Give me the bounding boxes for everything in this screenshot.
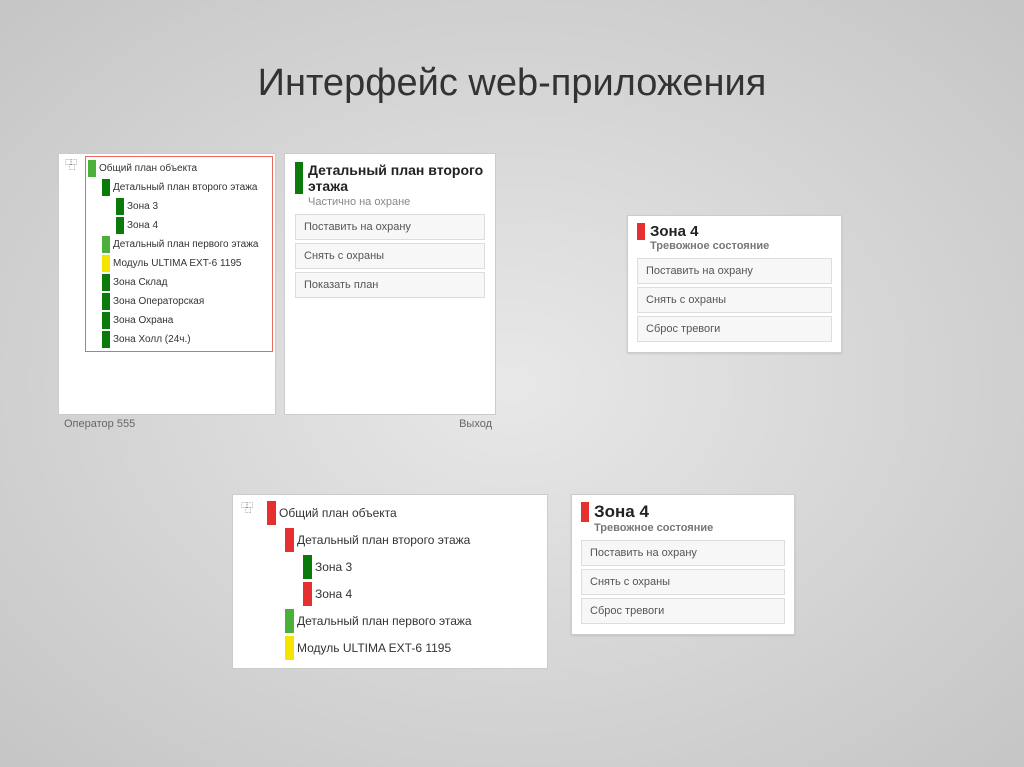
zone-header: Зона 4 (581, 502, 785, 522)
logout-link[interactable]: Выход (459, 418, 492, 430)
arm-button[interactable]: Поставить на охрану (637, 258, 832, 284)
status-marker (285, 528, 294, 552)
zone-panel-top: Зона 4 Тревожное состояние Поставить на … (627, 215, 842, 353)
disarm-button[interactable]: Снять с охраны (295, 243, 485, 269)
status-marker (102, 293, 110, 310)
zone-header: Зона 4 (637, 223, 832, 240)
node-label: Детальный план второго этажа (113, 180, 257, 195)
tree-node[interactable]: Зона Операторская (102, 292, 270, 311)
tree-node[interactable]: Зона 3 (116, 197, 270, 216)
status-marker (102, 236, 110, 253)
node-label: Общий план объекта (279, 504, 397, 522)
tree-icon (65, 160, 79, 174)
tree-node[interactable]: Общий план объекта (88, 159, 270, 178)
tree-node[interactable]: Зона Склад (102, 273, 270, 292)
zone-title: Зона 4 (594, 502, 649, 522)
tree-node[interactable]: Детальный план второго этажа (285, 526, 543, 553)
status-marker (116, 198, 124, 215)
status-marker (285, 609, 294, 633)
node-label: Зона 4 (127, 218, 158, 233)
node-label: Зона Операторская (113, 294, 204, 309)
zone-panel-bottom: Зона 4 Тревожное состояние Поставить на … (571, 494, 795, 635)
tree-node[interactable]: Зона Холл (24ч.) (102, 330, 270, 349)
status-marker (102, 274, 110, 291)
reset-alarm-button[interactable]: Сброс тревоги (581, 598, 785, 624)
node-label: Зона 4 (315, 585, 352, 603)
arm-button[interactable]: Поставить на охрану (581, 540, 785, 566)
operator-label: Оператор 555 (64, 418, 135, 430)
status-marker (267, 501, 276, 525)
detail-panel: Детальный план второго этажа Частично на… (284, 153, 496, 415)
footer-bar: Оператор 555 Выход (58, 418, 498, 430)
disarm-button[interactable]: Снять с охраны (581, 569, 785, 595)
node-label: Зона 3 (315, 558, 352, 576)
node-label: Модуль ULTIMA EXT-6 1195 (297, 639, 451, 657)
tree-node[interactable]: Общий план объекта (267, 499, 543, 526)
detail-title: Детальный план второго этажа (308, 162, 485, 194)
tree-node[interactable]: Модуль ULTIMA EXT-6 1195 (285, 634, 543, 661)
node-label: Модуль ULTIMA EXT-6 1195 (113, 256, 241, 271)
tree-panel-left: Общий план объекта Детальный план второг… (58, 153, 276, 415)
zone-subtitle: Тревожное состояние (594, 522, 785, 534)
status-marker (116, 217, 124, 234)
status-bar (637, 223, 645, 240)
detail-subtitle: Частично на охране (308, 196, 485, 208)
tree-node[interactable]: Зона 4 (116, 216, 270, 235)
tree-node[interactable]: Детальный план первого этажа (285, 607, 543, 634)
disarm-button[interactable]: Снять с охраны (637, 287, 832, 313)
node-label: Детальный план второго этажа (297, 531, 470, 549)
status-marker (102, 312, 110, 329)
status-marker (303, 555, 312, 579)
tree-node[interactable]: Детальный план первого этажа (102, 235, 270, 254)
node-label: Зона Склад (113, 275, 167, 290)
reset-alarm-button[interactable]: Сброс тревоги (637, 316, 832, 342)
tree-node[interactable]: Зона 3 (303, 553, 543, 580)
node-label: Общий план объекта (99, 161, 197, 176)
zone-subtitle: Тревожное состояние (650, 240, 832, 252)
page-title: Интерфейс web-приложения (0, 0, 1024, 145)
zone-title: Зона 4 (650, 223, 698, 240)
tree-node[interactable]: Детальный план второго этажа (102, 178, 270, 197)
tree-container: Общий план объекта Детальный план второг… (263, 495, 547, 665)
tree-node[interactable]: Модуль ULTIMA EXT-6 1195 (102, 254, 270, 273)
status-bar (581, 502, 589, 522)
node-label: Зона Охрана (113, 313, 173, 328)
status-marker (303, 582, 312, 606)
status-marker (102, 179, 110, 196)
status-marker (102, 331, 110, 348)
detail-header: Детальный план второго этажа (295, 162, 485, 194)
node-label: Детальный план первого этажа (297, 612, 472, 630)
status-marker (88, 160, 96, 177)
tree-container: Общий план объекта Детальный план второг… (85, 156, 273, 352)
node-label: Зона 3 (127, 199, 158, 214)
node-label: Зона Холл (24ч.) (113, 332, 191, 347)
arm-button[interactable]: Поставить на охрану (295, 214, 485, 240)
tree-node[interactable]: Зона Охрана (102, 311, 270, 330)
tree-panel-bottom: Общий план объекта Детальный план второг… (232, 494, 548, 669)
status-marker (285, 636, 294, 660)
status-bar (295, 162, 303, 194)
status-marker (102, 255, 110, 272)
node-label: Детальный план первого этажа (113, 237, 259, 252)
show-plan-button[interactable]: Показать план (295, 272, 485, 298)
tree-icon (241, 503, 255, 517)
tree-node[interactable]: Зона 4 (303, 580, 543, 607)
